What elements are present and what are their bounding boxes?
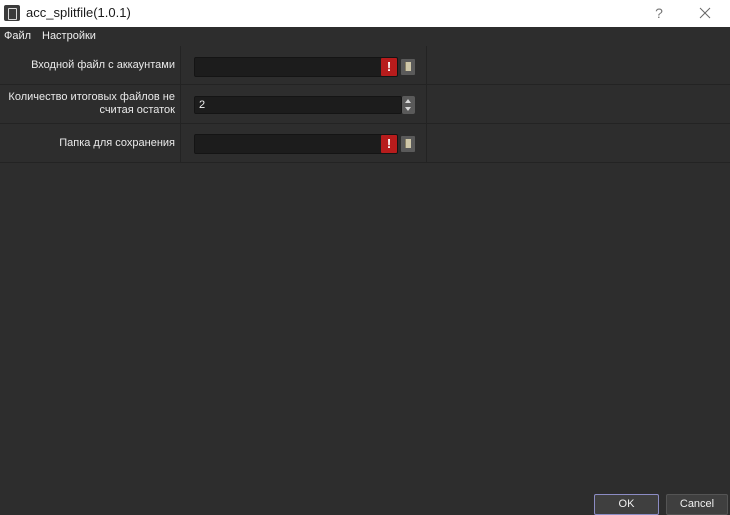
- save-folder-label: Папка для сохранения: [59, 136, 175, 149]
- ok-button[interactable]: OK: [594, 494, 659, 515]
- browse-file-button[interactable]: [401, 59, 415, 75]
- menu-file[interactable]: Файл: [4, 30, 31, 42]
- menu-settings[interactable]: Настройки: [42, 30, 96, 42]
- spin-down-icon[interactable]: [405, 107, 411, 111]
- file-count-spinbox[interactable]: 2: [194, 96, 402, 114]
- menu-bar: Файл Настройки: [0, 27, 730, 46]
- close-button[interactable]: [695, 3, 715, 23]
- file-count-label: Количество итоговых файлов не считая ост…: [8, 91, 175, 116]
- spin-buttons[interactable]: [402, 96, 415, 114]
- browse-folder-button[interactable]: [401, 136, 415, 152]
- close-icon: [699, 7, 711, 19]
- help-button[interactable]: ?: [651, 3, 667, 23]
- title-bar: acc_splitfile(1.0.1) ?: [0, 0, 730, 27]
- window-title: acc_splitfile(1.0.1): [26, 5, 131, 20]
- cancel-button[interactable]: Cancel: [666, 494, 728, 515]
- input-file-label: Входной файл с аккаунтами: [31, 58, 175, 71]
- spin-up-icon[interactable]: [405, 99, 411, 103]
- file-count-value: 2: [199, 99, 206, 111]
- save-folder-field[interactable]: [194, 134, 398, 154]
- app-icon: [4, 5, 20, 21]
- input-file-field[interactable]: [194, 57, 398, 77]
- warning-icon: !: [381, 135, 397, 153]
- warning-icon: !: [381, 58, 397, 76]
